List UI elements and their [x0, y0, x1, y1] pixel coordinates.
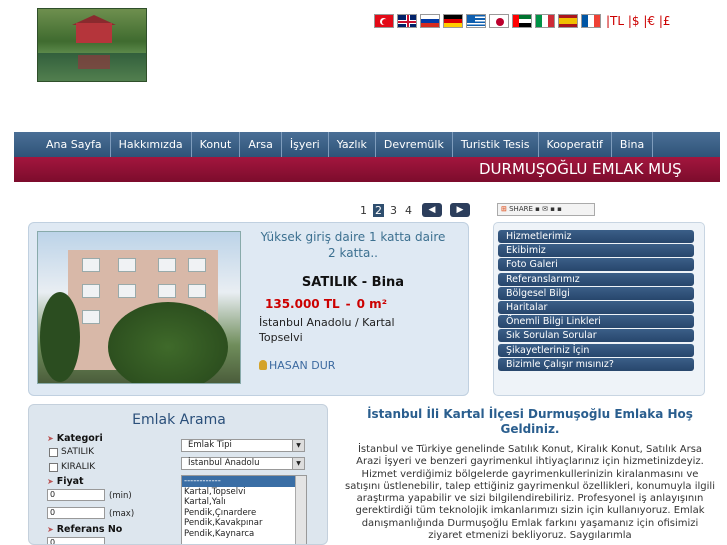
flag-spain-icon[interactable]: [558, 14, 578, 28]
listing-area: 0 m²: [356, 297, 387, 311]
listing-agent-link[interactable]: HASAN DUR: [259, 359, 335, 372]
menu-sss[interactable]: Sık Sorulan Sorular: [498, 329, 694, 343]
nav-bina[interactable]: Bina: [612, 132, 654, 157]
marquee-text: DURMUŞOĞLU EMLAK MUŞ: [479, 160, 682, 178]
menu-sikayetler[interactable]: Şikayetleriniz İçin: [498, 343, 694, 357]
kategori-label: ➤ Kategori: [47, 433, 103, 444]
page-1-link[interactable]: 1: [358, 204, 369, 217]
welcome-text: İstanbul ve Türkiye genelinde Satılık Ko…: [345, 444, 715, 542]
menu-foto-galeri[interactable]: Foto Galeri: [498, 258, 694, 272]
menu-onemli-linkler[interactable]: Önemli Bilgi Linkleri: [498, 315, 694, 329]
chevron-down-icon: ▼: [292, 458, 304, 469]
search-title: Emlak Arama: [132, 412, 226, 428]
kiralik-checkbox[interactable]: [49, 462, 58, 472]
flag-uae-icon[interactable]: [512, 14, 532, 28]
prev-arrow-icon[interactable]: ◀: [422, 203, 442, 217]
kiralik-option[interactable]: KIRALIK: [49, 462, 95, 472]
kiralik-label: KIRALIK: [61, 462, 96, 472]
featured-listing: Yüksek giriş daire 1 katta daire 2 katta…: [28, 222, 469, 396]
nav-yazlik[interactable]: Yazlık: [329, 132, 376, 157]
district-option[interactable]: Pendik,Çınardere: [182, 508, 306, 519]
min-price-input[interactable]: 0: [47, 489, 105, 501]
district-option[interactable]: Pendik,Kaynarca: [182, 529, 306, 540]
district-listbox[interactable]: ------------ Kartal,Topselvi Kartal,Yalı…: [181, 475, 307, 544]
menu-ekibimiz[interactable]: Ekibimiz: [498, 244, 694, 258]
property-search-panel: Emlak Arama ➤ Kategori SATILIK KIRALIK ➤ F…: [28, 404, 328, 545]
content-frame: |TL |$ |€ |£ Ana Sayfa Hakkımızda Konut …: [14, 0, 720, 545]
satilik-option[interactable]: SATILIK: [49, 447, 94, 457]
nav-turistik-tesis[interactable]: Turistik Tesis: [453, 132, 539, 157]
menu-kariyer[interactable]: Bizimle Çalışır mısınız?: [498, 357, 694, 371]
language-bar: |TL |$ |€ |£: [374, 14, 671, 28]
next-arrow-icon[interactable]: ▶: [450, 203, 470, 217]
welcome-title: İstanbul İli Kartal İlçesi Durmuşoğlu Em…: [367, 407, 693, 436]
satilik-checkbox[interactable]: [49, 447, 58, 457]
flag-russia-icon[interactable]: [420, 14, 440, 28]
page: { "header": { "flags": ["Türkçe", "Engli…: [0, 0, 727, 545]
district-option[interactable]: Pendik,Kavakpınar: [182, 518, 306, 529]
page-3-link[interactable]: 3: [388, 204, 399, 217]
menu-referanslarimiz[interactable]: Referanslarımız: [498, 272, 694, 286]
chevron-down-icon: ▼: [292, 440, 304, 451]
share-button[interactable]: ⊞ SHARE ▪ ✉ ▪ ▪: [497, 203, 595, 216]
flag-greece-icon[interactable]: [466, 14, 486, 28]
referans-input[interactable]: 0: [47, 537, 105, 544]
listing-price: 135.000 TL: [265, 297, 340, 311]
min-label: (min): [109, 491, 132, 501]
listing-title[interactable]: Yüksek giriş daire 1 katta daire 2 katta…: [257, 229, 449, 261]
flag-japan-icon[interactable]: [489, 14, 509, 28]
district-option[interactable]: ------------: [182, 476, 306, 487]
max-price-input[interactable]: 0: [47, 507, 105, 519]
logo-image[interactable]: [37, 8, 147, 82]
fiyat-label: ➤ Fiyat: [47, 476, 84, 487]
listing-type: SATILIK - Bina: [301, 275, 405, 290]
nav-konut[interactable]: Konut: [192, 132, 241, 157]
currency-links[interactable]: |TL |$ |€ |£: [606, 14, 671, 28]
bullet-arrow-icon: ➤: [47, 477, 54, 486]
nav-hakkimizda[interactable]: Hakkımızda: [111, 132, 192, 157]
flag-turkey-icon[interactable]: [374, 14, 394, 28]
satilik-label: SATILIK: [61, 447, 95, 457]
price-separator: -: [345, 297, 351, 311]
flag-france-icon[interactable]: [581, 14, 601, 28]
flag-uk-icon[interactable]: [397, 14, 417, 28]
district-option[interactable]: Kartal,Topselvi: [182, 487, 306, 498]
nav-devremulk[interactable]: Devremülk: [376, 132, 453, 157]
listing-location: İstanbul Anadolu / Kartal Topselvi: [259, 316, 395, 344]
flag-germany-icon[interactable]: [443, 14, 463, 28]
bullet-arrow-icon: ➤: [47, 434, 54, 443]
menu-bolgesel-bilgi[interactable]: Bölgesel Bilgi: [498, 286, 694, 300]
max-label: (max): [109, 509, 135, 519]
district-option[interactable]: Kartal,Yalı: [182, 497, 306, 508]
nav-ana-sayfa[interactable]: Ana Sayfa: [14, 132, 111, 157]
share-label: SHARE: [509, 205, 533, 213]
referans-label: ➤ Referans No: [47, 524, 123, 535]
nav-isyeri[interactable]: İşyeri: [282, 132, 329, 157]
page-2-link[interactable]: 2: [373, 203, 384, 217]
bullet-arrow-icon: ➤: [47, 525, 54, 534]
emlak-tipi-select[interactable]: Emlak Tipi ▼: [181, 439, 305, 452]
share-plus-icon: ⊞: [501, 205, 507, 213]
listbox-scrollbar[interactable]: [295, 476, 306, 544]
agent-icon: [259, 360, 267, 370]
menu-hizmetlerimiz[interactable]: Hizmetlerimiz: [498, 230, 694, 243]
nav-arsa[interactable]: Arsa: [240, 132, 282, 157]
nav-kooperatif[interactable]: Kooperatif: [539, 132, 612, 157]
side-menu: Hizmetlerimiz Ekibimiz Foto Galeri Refer…: [493, 222, 705, 396]
agent-name: HASAN DUR: [269, 359, 336, 372]
main-nav: Ana Sayfa Hakkımızda Konut Arsa İşyeri Y…: [14, 132, 720, 157]
listing-pager: 1 2 3 4 ◀ ▶: [358, 203, 470, 217]
listing-price-row: 135.000 TL -0 m²: [265, 297, 387, 311]
flag-italy-icon[interactable]: [535, 14, 555, 28]
page-4-link[interactable]: 4: [403, 204, 414, 217]
menu-haritalar[interactable]: Haritalar: [498, 300, 694, 314]
listing-photo[interactable]: [37, 231, 241, 384]
region-select[interactable]: İstanbul Anadolu ▼: [181, 457, 305, 470]
marquee-banner: DURMUŞOĞLU EMLAK MUŞ: [14, 157, 720, 182]
